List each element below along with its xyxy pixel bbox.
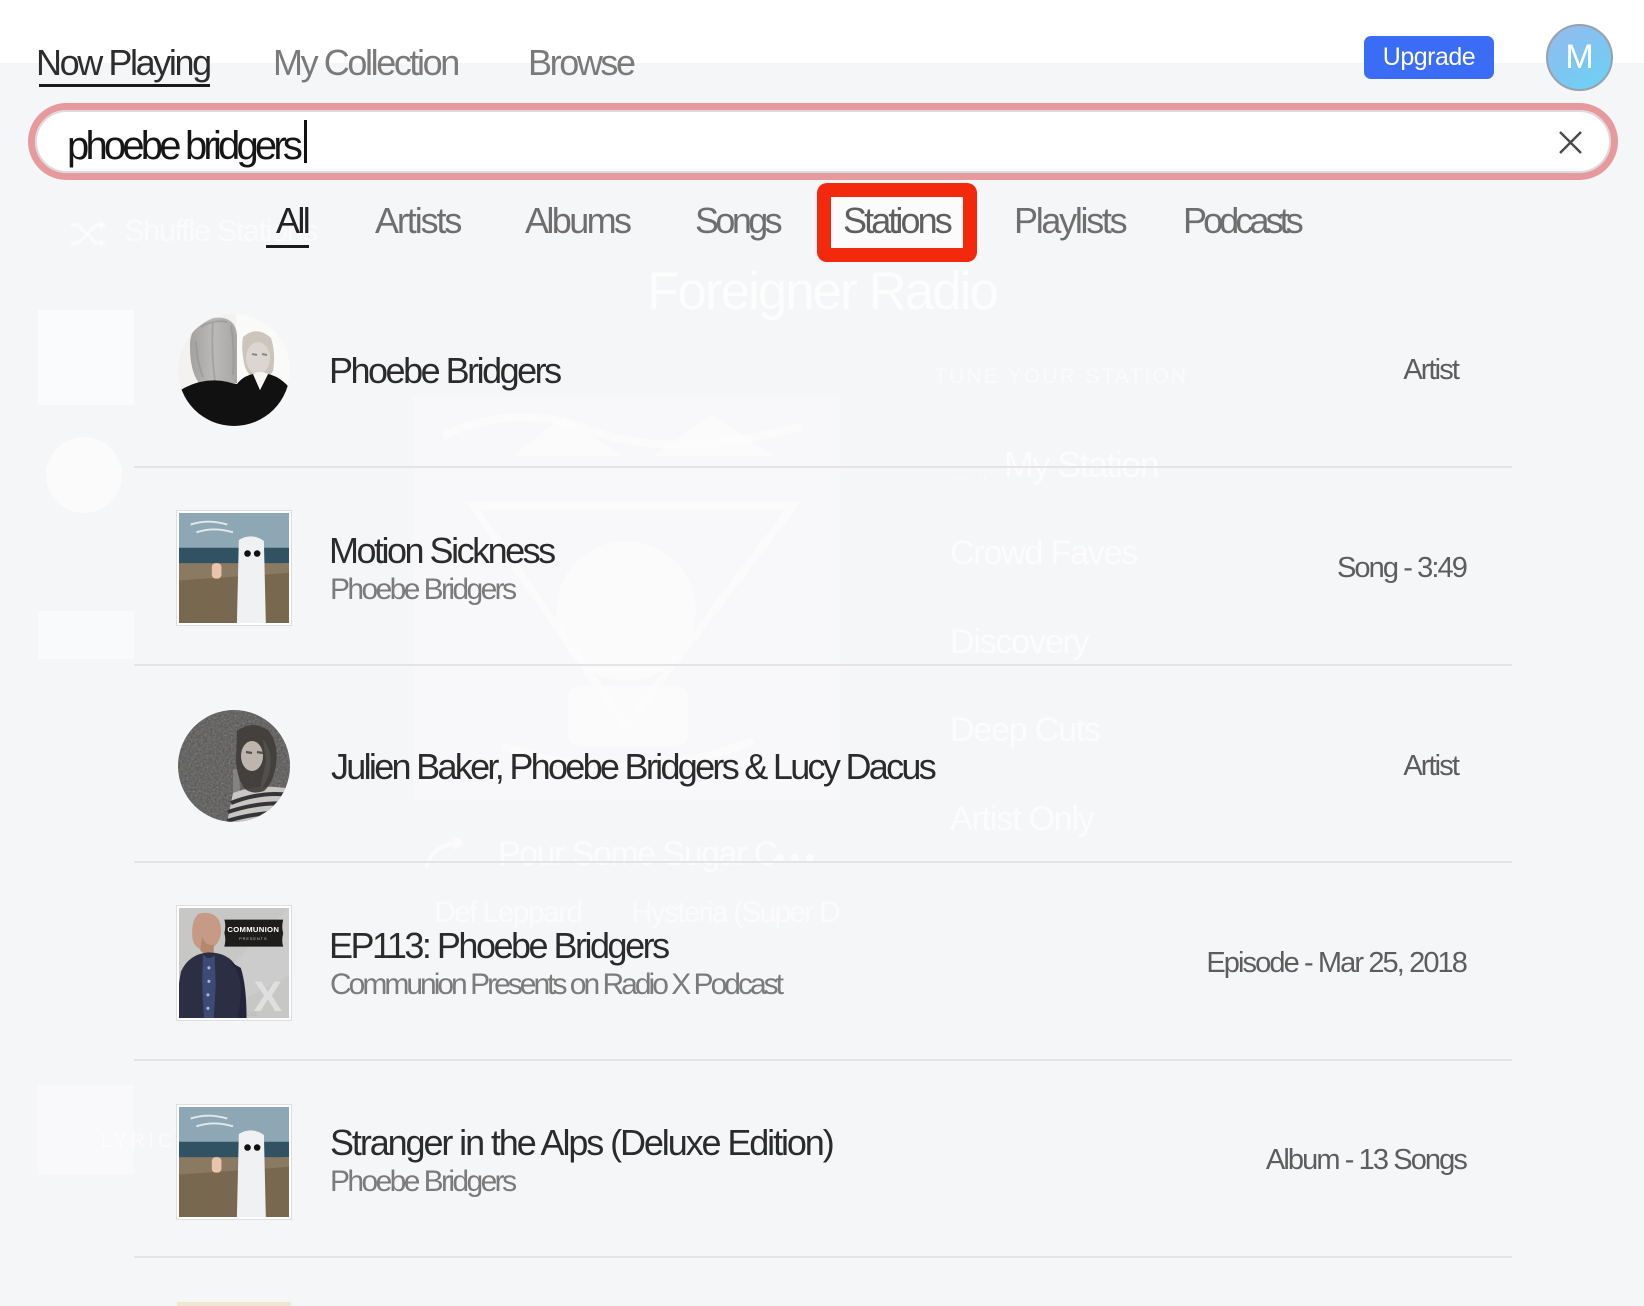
svg-text:COMMUNION: COMMUNION [227,925,279,934]
svg-text:CO.: CO. [246,1011,258,1018]
svg-text:PRESENTS: PRESENTS [239,937,267,941]
